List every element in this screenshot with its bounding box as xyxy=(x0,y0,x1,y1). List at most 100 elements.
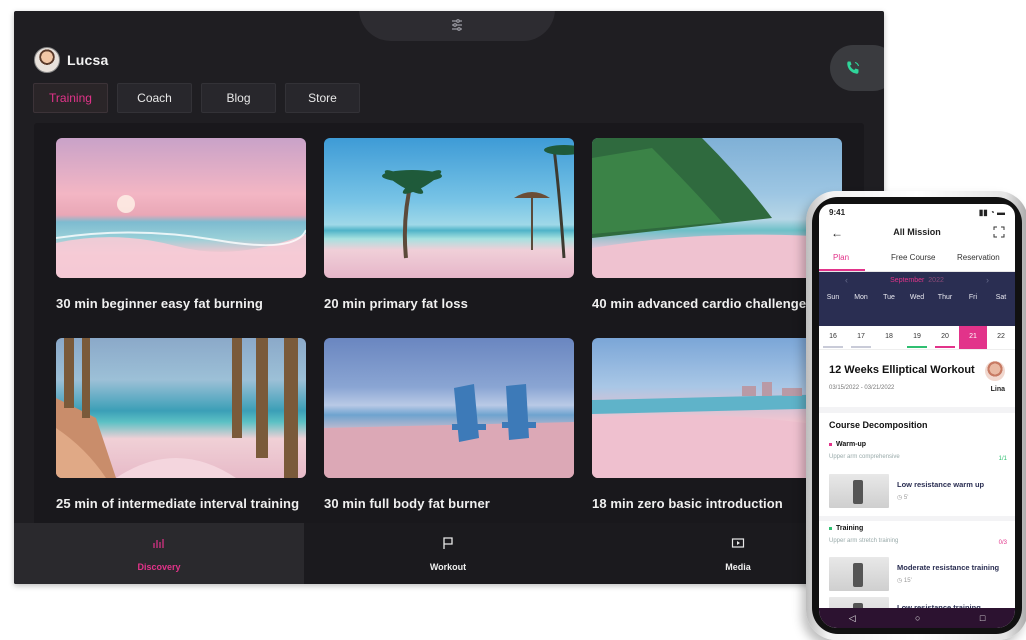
workout-title: Moderate resistance training xyxy=(897,563,1000,572)
group-count: 0/3 xyxy=(998,540,1007,546)
phone-call-icon xyxy=(847,61,860,74)
tab-free-course[interactable]: Free Course xyxy=(891,253,935,262)
date-label: 18 xyxy=(885,333,893,340)
course-title: 40 min advanced cardio challenge xyxy=(592,296,807,311)
recents-nav-icon[interactable]: □ xyxy=(980,613,985,623)
user-name: Lucsa xyxy=(67,52,109,68)
month-label: September xyxy=(890,277,925,284)
progress-bar xyxy=(907,346,927,348)
discovery-icon xyxy=(152,536,166,555)
group-dot xyxy=(829,526,832,530)
section-title: Course Decomposition xyxy=(829,420,928,430)
next-month-icon[interactable]: › xyxy=(986,275,989,285)
course-grid-panel: 30 min beginner easy fat burning 20 min … xyxy=(34,123,864,531)
nav-label: Workout xyxy=(429,561,467,572)
workout-item[interactable]: Low resistance warm up ◷ 5' xyxy=(829,474,1007,510)
divider xyxy=(819,516,1015,521)
coach-name: Lina xyxy=(990,386,1005,393)
year-label: 2022 xyxy=(928,277,944,284)
group-subtitle: Upper arm stretch training xyxy=(829,538,899,544)
workout-thumbnail xyxy=(829,474,889,508)
film-icon xyxy=(731,536,745,555)
tablet-app: Lucsa Training Coach Blog Store 30 min b… xyxy=(14,11,884,584)
workout-duration: ◷ 5' xyxy=(897,495,909,501)
active-tab-indicator xyxy=(819,269,865,271)
phone-device: 9:41 ▮▮ ◔ ▬ ← All Mission Plan Free Cour… xyxy=(806,191,1026,640)
calendar-date[interactable]: 19 xyxy=(903,326,931,349)
nav-label: Discovery xyxy=(137,561,181,572)
duration-value: 5' xyxy=(903,495,909,501)
course-thumbnail xyxy=(56,338,306,478)
course-card[interactable]: 30 min full body fat burner xyxy=(324,338,574,511)
weekday: Mon xyxy=(854,294,868,301)
weekday: Thur xyxy=(937,294,953,301)
weekday: Tue xyxy=(883,294,895,301)
tab-training[interactable]: Training xyxy=(33,83,108,113)
course-card[interactable]: 30 min beginner easy fat burning xyxy=(56,138,306,311)
nav-label: Media xyxy=(725,561,751,572)
tab-reservation[interactable]: Reservation xyxy=(957,253,1000,262)
course-card[interactable]: 40 min advanced cardio challenge xyxy=(592,138,842,311)
weekday: Sun xyxy=(826,294,840,301)
course-thumbnail xyxy=(592,338,842,478)
course-title: 20 min primary fat loss xyxy=(324,296,468,311)
date-label: 20 xyxy=(941,333,949,340)
course-group-warmup: Warm-up Upper arm comprehensive 1/1 xyxy=(829,441,1007,462)
tab-blog[interactable]: Blog xyxy=(201,83,276,113)
calendar-date[interactable]: 22 xyxy=(987,326,1015,349)
course-card[interactable]: 20 min primary fat loss xyxy=(324,138,574,311)
phone-screen: 9:41 ▮▮ ◔ ▬ ← All Mission Plan Free Cour… xyxy=(819,204,1015,628)
group-label: Warm-up xyxy=(829,441,1007,448)
avatar xyxy=(34,47,60,73)
home-nav-icon[interactable]: ○ xyxy=(915,613,920,623)
group-subtitle: Upper arm comprehensive xyxy=(829,454,900,460)
calendar-date[interactable]: 18 xyxy=(875,326,903,349)
workout-item[interactable]: Moderate resistance training ◷ 15' xyxy=(829,557,1007,593)
date-label: 16 xyxy=(829,333,837,340)
date-label: 17 xyxy=(857,333,865,340)
course-title: 30 min beginner easy fat burning xyxy=(56,296,263,311)
filter-handle[interactable] xyxy=(359,11,555,41)
android-nav-bar: ◁ ○ □ xyxy=(819,608,1015,628)
group-label-text: Warm-up xyxy=(836,441,867,448)
date-label: 21 xyxy=(969,333,977,340)
tab-plan[interactable]: Plan xyxy=(833,253,849,262)
calendar-date[interactable]: 17 xyxy=(847,326,875,349)
course-card[interactable]: 25 min of intermediate interval training xyxy=(56,338,306,511)
course-thumbnail xyxy=(324,138,574,278)
nav-workout[interactable]: Workout xyxy=(304,523,592,584)
course-thumbnail xyxy=(324,338,574,478)
course-dates: 03/15/2022 - 03/21/2022 xyxy=(829,385,895,391)
group-label: Training xyxy=(829,525,1007,532)
course-title: 30 min full body fat burner xyxy=(324,496,490,511)
phone-page-title: All Mission xyxy=(893,227,941,237)
course-card[interactable]: 18 min zero basic introduction xyxy=(592,338,842,511)
flag-icon xyxy=(441,536,455,555)
date-row: 16 17 18 19 20 21 22 xyxy=(819,326,1015,350)
course-thumbnail xyxy=(592,138,842,278)
user-profile[interactable]: Lucsa xyxy=(34,47,108,73)
tab-coach[interactable]: Coach xyxy=(117,83,192,113)
top-tabs: Training Coach Blog Store xyxy=(33,83,360,113)
course-title: 12 Weeks Elliptical Workout xyxy=(829,364,975,376)
bottom-nav: Discovery Workout Media xyxy=(14,523,884,584)
group-label-text: Training xyxy=(836,525,864,532)
weekday: Wed xyxy=(909,294,925,301)
coach-avatar[interactable] xyxy=(985,361,1005,381)
course-thumbnail xyxy=(56,138,306,278)
course-title: 18 min zero basic introduction xyxy=(592,496,783,511)
calendar-date[interactable]: 16 xyxy=(819,326,847,349)
expand-icon[interactable] xyxy=(993,226,1005,238)
tab-store[interactable]: Store xyxy=(285,83,360,113)
date-label: 22 xyxy=(997,333,1005,340)
phone-header: ← All Mission xyxy=(819,222,1015,246)
nav-discovery[interactable]: Discovery xyxy=(14,523,304,584)
calendar-date[interactable]: 20 xyxy=(931,326,959,349)
weekday: Fri xyxy=(968,294,978,301)
call-button[interactable] xyxy=(830,45,884,91)
progress-bar xyxy=(851,346,871,348)
group-dot xyxy=(829,442,832,446)
calendar-date-selected[interactable]: 21 xyxy=(959,326,987,349)
back-nav-icon[interactable]: ◁ xyxy=(849,613,856,624)
phone-tabs: Plan Free Course Reservation xyxy=(819,248,1015,272)
